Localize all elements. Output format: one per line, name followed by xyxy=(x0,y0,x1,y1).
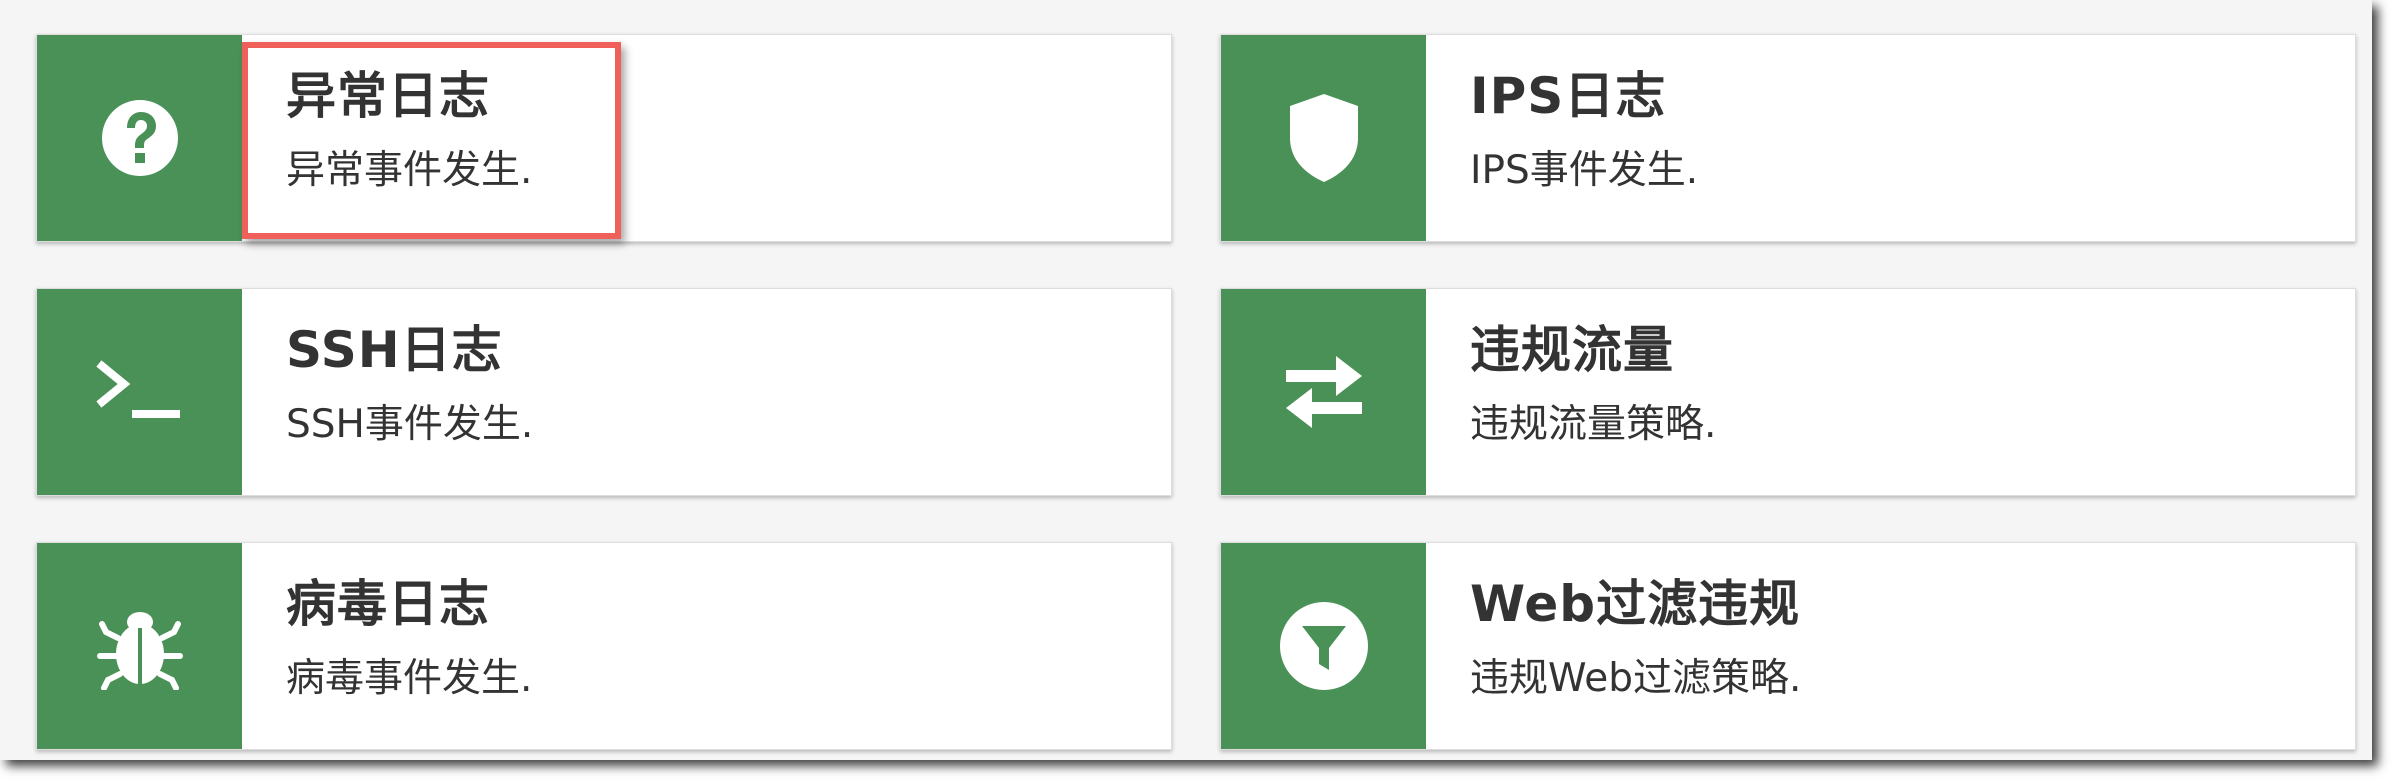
card-description: 违规Web过滤策略. xyxy=(1470,656,1802,701)
card-body: SSH日志 SSH事件发生. xyxy=(242,289,533,495)
exchange-arrows-icon xyxy=(1284,352,1364,432)
bug-icon xyxy=(96,602,184,690)
card-title: 病毒日志 xyxy=(286,575,490,633)
card-title: Web过滤违规 xyxy=(1470,575,1801,633)
card-violation-traffic[interactable]: 违规流量 违规流量策略. xyxy=(1220,288,2356,496)
question-icon xyxy=(100,98,180,178)
card-icon-box xyxy=(1221,35,1426,241)
card-icon-box xyxy=(37,289,242,495)
card-description: 病毒事件发生. xyxy=(286,656,533,701)
card-description: 异常事件发生. xyxy=(286,148,533,193)
card-body: IPS日志 IPS事件发生. xyxy=(1426,35,1698,241)
card-description: SSH事件发生. xyxy=(286,402,534,447)
card-icon-box xyxy=(1221,289,1426,495)
filter-icon xyxy=(1278,600,1370,692)
card-description: IPS事件发生. xyxy=(1470,148,1699,193)
card-icon-box xyxy=(1221,543,1426,749)
card-web-filter-violation[interactable]: Web过滤违规 违规Web过滤策略. xyxy=(1220,542,2356,750)
card-ips-log[interactable]: IPS日志 IPS事件发生. xyxy=(1220,34,2356,242)
card-title: SSH日志 xyxy=(286,321,503,379)
card-body: 异常日志 异常事件发生. xyxy=(242,35,532,241)
log-category-grid: 异常日志 异常事件发生. IPS日志 IPS事件发生. SSH日志 SSH事件发… xyxy=(36,34,2356,750)
card-title: IPS日志 xyxy=(1470,67,1667,125)
screenshot-frame: 异常日志 异常事件发生. IPS日志 IPS事件发生. SSH日志 SSH事件发… xyxy=(0,0,2372,760)
card-ssh-log[interactable]: SSH日志 SSH事件发生. xyxy=(36,288,1172,496)
shield-icon xyxy=(1288,92,1360,184)
card-description: 违规流量策略. xyxy=(1470,402,1717,447)
card-title: 异常日志 xyxy=(286,67,490,125)
card-body: 违规流量 违规流量策略. xyxy=(1426,289,1716,495)
card-body: Web过滤违规 违规Web过滤策略. xyxy=(1426,543,1801,749)
card-icon-box xyxy=(37,35,242,241)
card-anomaly-log[interactable]: 异常日志 异常事件发生. xyxy=(36,34,1172,242)
terminal-icon xyxy=(95,360,184,424)
card-body: 病毒日志 病毒事件发生. xyxy=(242,543,532,749)
card-virus-log[interactable]: 病毒日志 病毒事件发生. xyxy=(36,542,1172,750)
card-icon-box xyxy=(37,543,242,749)
card-title: 违规流量 xyxy=(1470,321,1674,379)
